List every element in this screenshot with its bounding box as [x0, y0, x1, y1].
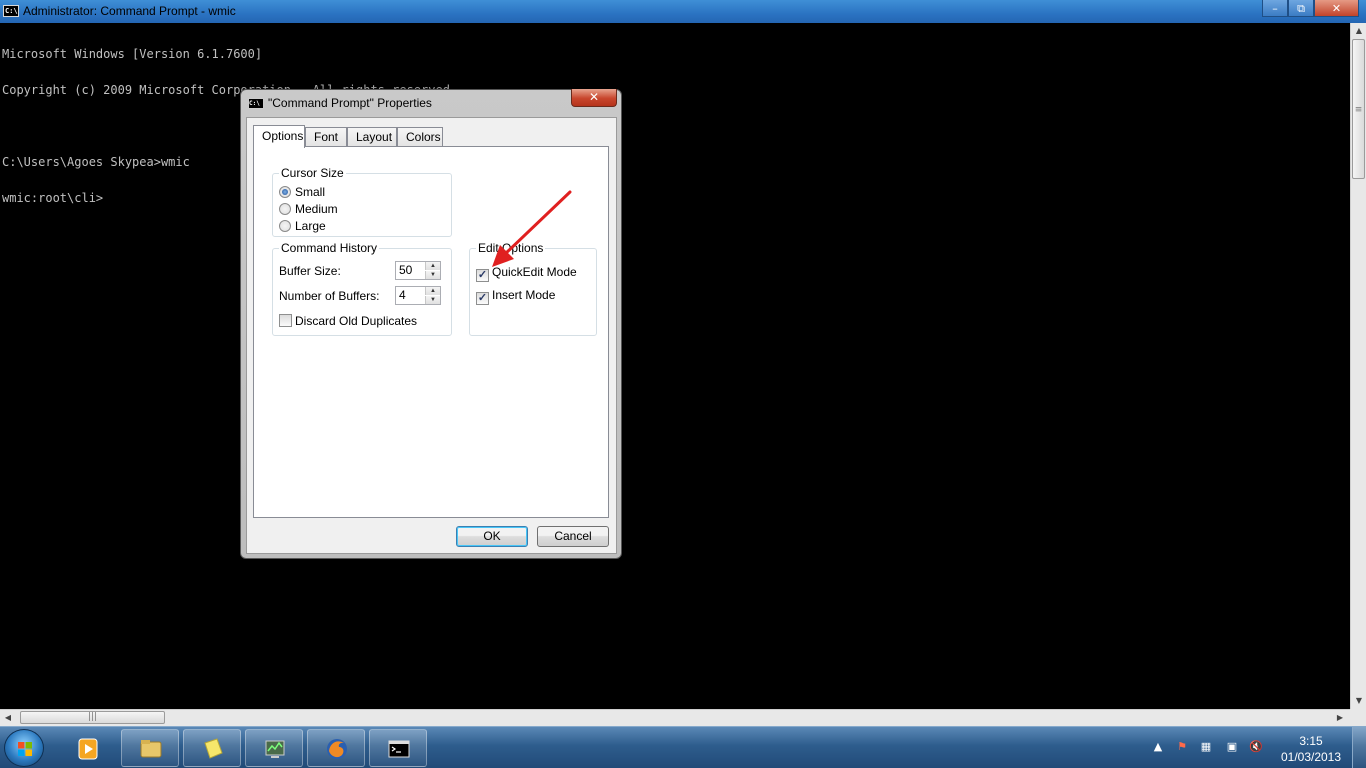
vertical-scrollbar[interactable]: ▲ ≡ ▼: [1350, 23, 1366, 709]
tab-font[interactable]: Font: [305, 127, 347, 147]
insert-mode-checkbox[interactable]: ✓ Insert Mode: [476, 288, 555, 305]
clock-time: 3:15: [1299, 734, 1323, 748]
properties-dialog: C:\ "Command Prompt" Properties ✕ Option…: [240, 89, 622, 559]
buffer-size-stepper[interactable]: 50 ▲ ▼: [395, 261, 441, 280]
horizontal-scroll-thumb[interactable]: |||: [20, 711, 165, 724]
radio-large-label: Large: [295, 219, 326, 233]
console-line: wmic:root\cli>: [2, 191, 104, 205]
options-tab-panel: Cursor Size Small Medium Large Command H…: [253, 146, 609, 518]
show-desktop-button[interactable]: [1352, 727, 1366, 768]
radio-selected-icon[interactable]: [279, 186, 291, 198]
radio-medium[interactable]: Medium: [279, 202, 338, 216]
scroll-up-icon[interactable]: ▲: [1351, 23, 1366, 39]
radio-unselected-icon[interactable]: [279, 203, 291, 215]
quickedit-checkbox[interactable]: ✓ QuickEdit Mode: [476, 265, 577, 282]
device-icon[interactable]: ▦: [1198, 739, 1214, 755]
buffer-size-label: Buffer Size:: [279, 264, 341, 278]
taskbar: ▲ ⚑ ▦ ▣ 🔇: [0, 726, 1366, 768]
console-line: Copyright (c) 2009 Microsoft Corporation…: [2, 83, 458, 97]
taskbar-clock[interactable]: 3:15 01/03/2013: [1278, 733, 1344, 765]
command-history-legend: Command History: [279, 241, 380, 255]
maximize-button[interactable]: ⧉: [1288, 0, 1314, 17]
tab-options[interactable]: Options: [253, 125, 305, 148]
command-history-group: Command History Buffer Size: 50 ▲ ▼ Numb…: [272, 241, 452, 336]
taskbar-sticky-notes[interactable]: [183, 729, 241, 767]
windows-media-player-icon: [78, 738, 98, 760]
cursor-size-group: Cursor Size Small Medium Large: [272, 166, 452, 237]
minimize-button[interactable]: –: [1262, 0, 1288, 17]
scroll-down-icon[interactable]: ▼: [1351, 693, 1366, 709]
console-line: Microsoft Windows [Version 6.1.7600]: [2, 47, 263, 61]
windows-logo-icon: [18, 742, 32, 756]
command-prompt-icon: C:\: [248, 98, 264, 109]
taskbar-explorer[interactable]: [121, 729, 179, 767]
spin-up-icon[interactable]: ▲: [425, 287, 440, 295]
checkmark-icon[interactable]: ✓: [476, 269, 489, 282]
discard-duplicates-checkbox[interactable]: Discard Old Duplicates: [279, 314, 417, 328]
taskbar-media-player[interactable]: [58, 729, 114, 767]
radio-small[interactable]: Small: [279, 185, 325, 199]
show-hidden-icons-icon[interactable]: ▲: [1150, 739, 1166, 755]
tab-layout[interactable]: Layout: [347, 127, 397, 147]
spin-down-icon[interactable]: ▼: [425, 271, 440, 279]
discard-duplicates-label: Discard Old Duplicates: [295, 314, 418, 328]
cancel-button[interactable]: Cancel: [537, 526, 609, 547]
dialog-title: "Command Prompt" Properties: [268, 96, 432, 110]
volume-muted-icon[interactable]: 🔇: [1248, 739, 1264, 755]
radio-unselected-icon[interactable]: [279, 220, 291, 232]
window-titlebar[interactable]: C:\ Administrator: Command Prompt - wmic…: [0, 0, 1366, 23]
num-buffers-value[interactable]: 4: [399, 288, 406, 302]
action-center-flag-icon[interactable]: ⚑: [1174, 739, 1190, 755]
insert-mode-label: Insert Mode: [492, 288, 556, 302]
edit-options-legend: Edit Options: [476, 241, 546, 255]
network-monitor-icon: [265, 740, 285, 758]
radio-medium-label: Medium: [295, 202, 338, 216]
checkmark-icon[interactable]: ✓: [476, 292, 489, 305]
radio-small-label: Small: [295, 185, 326, 199]
vertical-scroll-thumb[interactable]: ≡: [1352, 39, 1365, 179]
unchecked-box-icon[interactable]: [279, 314, 292, 327]
start-button[interactable]: [4, 729, 44, 767]
network-icon[interactable]: ▣: [1224, 739, 1240, 755]
num-buffers-label: Number of Buffers:: [279, 289, 380, 303]
taskbar-network-monitor[interactable]: [245, 729, 303, 767]
scroll-right-icon[interactable]: ▶: [1332, 710, 1348, 726]
tab-colors[interactable]: Colors: [397, 127, 443, 147]
spin-down-icon[interactable]: ▼: [425, 296, 440, 304]
console-output[interactable]: Microsoft Windows [Version 6.1.7600] Cop…: [0, 23, 1350, 709]
cursor-size-legend: Cursor Size: [279, 166, 346, 180]
clock-date: 01/03/2013: [1280, 750, 1342, 764]
close-button[interactable]: ✕: [1314, 0, 1359, 17]
taskbar-firefox[interactable]: [307, 729, 365, 767]
radio-large[interactable]: Large: [279, 219, 326, 233]
spin-up-icon[interactable]: ▲: [425, 262, 440, 270]
command-prompt-icon: [388, 740, 410, 758]
horizontal-scrollbar[interactable]: ◀ ||| ▶: [0, 709, 1350, 726]
windows-explorer-icon: [140, 740, 162, 758]
sticky-notes-icon: [204, 738, 223, 759]
console-line: C:\Users\Agoes Skypea>wmic: [2, 155, 190, 169]
edit-options-group: Edit Options ✓ QuickEdit Mode ✓ Insert Mod…: [469, 241, 597, 336]
ok-button[interactable]: OK: [456, 526, 528, 547]
command-prompt-icon: C:\: [3, 5, 19, 17]
quickedit-label: QuickEdit Mode: [492, 265, 577, 279]
dialog-close-button[interactable]: ✕: [571, 89, 617, 107]
num-buffers-stepper[interactable]: 4 ▲ ▼: [395, 286, 441, 305]
taskbar-command-prompt[interactable]: [369, 729, 427, 767]
firefox-icon: [327, 739, 347, 759]
window-title: Administrator: Command Prompt - wmic: [23, 4, 236, 18]
scrollbar-corner: [1350, 709, 1366, 726]
buffer-size-value[interactable]: 50: [399, 263, 412, 277]
scroll-left-icon[interactable]: ◀: [0, 710, 16, 726]
dialog-client-area: Options Font Layout Colors Cursor Size S…: [246, 117, 617, 554]
